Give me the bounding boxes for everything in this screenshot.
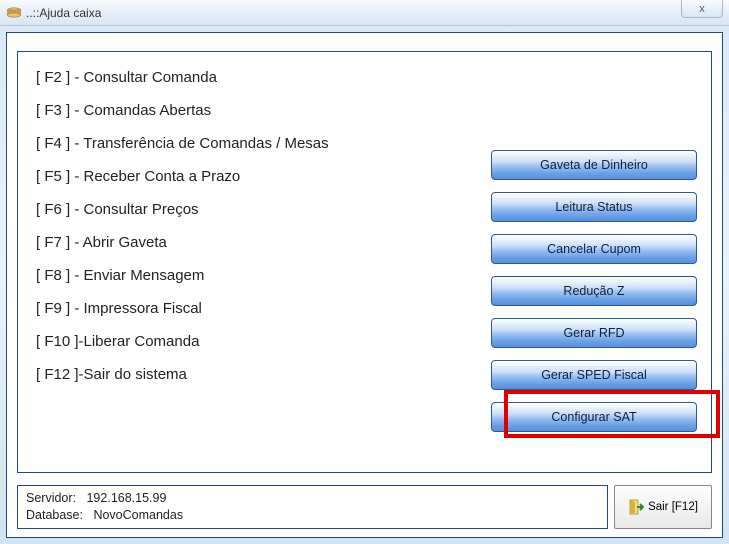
window-title: ..::Ajuda caixa: [26, 6, 101, 20]
gaveta-dinheiro-button[interactable]: Gaveta de Dinheiro: [491, 150, 697, 180]
gerar-sped-label: Gerar SPED Fiscal: [541, 368, 647, 382]
close-button[interactable]: x: [681, 0, 723, 18]
cancelar-cupom-label: Cancelar Cupom: [547, 242, 641, 256]
configurar-sat-button[interactable]: Configurar SAT: [491, 402, 697, 432]
leitura-status-label: Leitura Status: [555, 200, 632, 214]
gerar-rfd-button[interactable]: Gerar RFD: [491, 318, 697, 348]
exit-button[interactable]: Sair [F12]: [614, 485, 712, 529]
gaveta-dinheiro-label: Gaveta de Dinheiro: [540, 158, 648, 172]
configurar-sat-label: Configurar SAT: [551, 410, 636, 424]
fkey-f4: [ F4 ] - Transferência de Comandas / Mes…: [36, 136, 695, 151]
close-icon: x: [699, 3, 705, 15]
main-panel: [ F2 ] - Consultar Comanda [ F3 ] - Coma…: [17, 51, 712, 473]
statusbar: Servidor: 192.168.15.99 Database: NovoCo…: [17, 485, 712, 529]
exit-door-icon: [628, 499, 644, 515]
leitura-status-button[interactable]: Leitura Status: [491, 192, 697, 222]
servidor-value: 192.168.15.99: [86, 491, 166, 505]
exit-label: Sair [F12]: [648, 501, 698, 513]
reducao-z-label: Redução Z: [563, 284, 624, 298]
database-value: NovoComandas: [93, 508, 183, 522]
outer-frame: [ F2 ] - Consultar Comanda [ F3 ] - Coma…: [6, 32, 723, 538]
gerar-rfd-label: Gerar RFD: [563, 326, 624, 340]
fkey-f2: [ F2 ] - Consultar Comanda: [36, 70, 695, 85]
titlebar: ..::Ajuda caixa x: [0, 0, 729, 26]
app-icon: [6, 5, 22, 21]
reducao-z-button[interactable]: Redução Z: [491, 276, 697, 306]
fkey-f3: [ F3 ] - Comandas Abertas: [36, 103, 695, 118]
gerar-sped-button[interactable]: Gerar SPED Fiscal: [491, 360, 697, 390]
status-panel: Servidor: 192.168.15.99 Database: NovoCo…: [17, 485, 608, 529]
status-database: Database: NovoComandas: [26, 507, 599, 525]
database-label: Database:: [26, 508, 83, 522]
status-servidor: Servidor: 192.168.15.99: [26, 490, 599, 508]
side-buttons: Gaveta de Dinheiro Leitura Status Cancel…: [491, 150, 697, 432]
cancelar-cupom-button[interactable]: Cancelar Cupom: [491, 234, 697, 264]
servidor-label: Servidor:: [26, 491, 76, 505]
